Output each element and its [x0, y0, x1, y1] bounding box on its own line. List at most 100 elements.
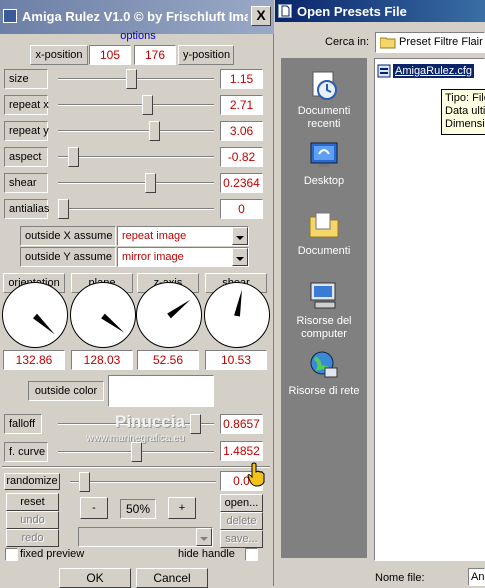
network-icon [310, 351, 338, 378]
slider-label: size [4, 69, 48, 89]
delete-preset-button[interactable]: delete [220, 512, 263, 530]
plugin-title-bar[interactable]: Amiga Rulez V1.0 © by Frischluft Image X [0, 0, 274, 34]
open-preset-button[interactable]: open... [220, 494, 263, 512]
file-name-label: Nome file: [375, 572, 425, 584]
ok-button[interactable]: OK [59, 568, 131, 588]
outside-color-swatch[interactable] [108, 375, 214, 407]
zoom-out-button[interactable]: - [80, 497, 108, 519]
tooltip-line: Tipo: File [445, 92, 485, 104]
slider-track[interactable] [58, 156, 214, 158]
slider-track[interactable] [58, 208, 214, 210]
undo-button[interactable]: undo [6, 511, 59, 529]
file-icon [377, 64, 391, 78]
chevron-down-icon[interactable] [232, 227, 248, 245]
outside-x-select[interactable]: repeat image [117, 226, 249, 246]
place-label: Risorse del computer [296, 315, 352, 340]
hide-handle-label: hide handle [178, 548, 235, 560]
look-in-select[interactable]: Preset Filtre Flair [375, 32, 485, 53]
file-dialog-title-bar[interactable]: Open Presets File [275, 0, 485, 22]
place-network[interactable]: Risorse di rete [281, 348, 367, 398]
fixed-preview-label: fixed preview [20, 548, 85, 560]
y-position-field[interactable]: 176 [134, 45, 176, 65]
slider-thumb[interactable] [142, 95, 153, 115]
outside-y-select-value: mirror image [122, 251, 184, 263]
randomize-slider-track[interactable] [70, 481, 216, 483]
slider-thumb[interactable] [149, 121, 160, 141]
fixed-preview-checkbox[interactable] [5, 548, 18, 561]
desktop-icon [310, 142, 338, 167]
slider-thumb[interactable] [126, 69, 137, 89]
slider-value-field[interactable]: 0 [220, 199, 263, 219]
place-my-computer[interactable]: Risorse del computer [281, 278, 367, 341]
tooltip-line: Data ulti [445, 105, 485, 117]
fcurve-slider-thumb[interactable] [131, 442, 142, 462]
slider-value-field[interactable]: 1.15 [220, 69, 263, 89]
dial-value-field[interactable]: 52.56 [137, 350, 199, 370]
place-label: Desktop [303, 175, 345, 187]
chevron-down-icon[interactable] [232, 248, 248, 266]
fcurve-value-field[interactable]: 1.4852 [220, 441, 263, 461]
dial-knob[interactable] [2, 282, 68, 348]
outside-y-select[interactable]: mirror image [117, 247, 249, 267]
slider-track[interactable] [58, 182, 214, 184]
preset-select[interactable] [78, 527, 213, 547]
dial-knob[interactable] [136, 282, 202, 348]
file-list[interactable]: AmigaRulez.cfg Tipo: File Data ulti Dime… [374, 58, 485, 561]
slider-track[interactable] [58, 104, 214, 106]
slider-track[interactable] [58, 130, 214, 132]
outside-x-label: outside X assume [20, 226, 116, 246]
dial-value-field[interactable]: 10.53 [205, 350, 267, 370]
close-button[interactable]: X [251, 6, 271, 26]
dial-knob[interactable] [70, 282, 136, 348]
outside-y-label: outside Y assume [20, 247, 116, 267]
open-presets-dialog: Open Presets File Cerca in: Preset Filtr… [275, 0, 485, 586]
x-position-field[interactable]: 105 [89, 45, 131, 65]
reset-button[interactable]: reset [6, 493, 59, 511]
slider-label: shear [4, 173, 48, 193]
tooltip-line: Dimensio [445, 118, 485, 130]
slider-value-field[interactable]: 0.2364 [220, 173, 263, 193]
slider-thumb[interactable] [145, 173, 156, 193]
save-preset-button[interactable]: save... [220, 530, 263, 548]
dial-needle [169, 300, 190, 316]
file-tooltip: Tipo: File Data ulti Dimensio [441, 89, 485, 135]
look-in-value: Preset Filtre Flair [399, 36, 483, 48]
slider-label: repeat y [4, 121, 49, 141]
file-name-field[interactable]: An [468, 568, 485, 586]
dial-needle [237, 289, 242, 316]
zoom-in-button[interactable]: + [168, 497, 196, 519]
look-in-label: Cerca in: [325, 36, 370, 48]
redo-button[interactable]: redo [6, 529, 59, 547]
dial-value-field[interactable]: 132.86 [3, 350, 65, 370]
dial-knob[interactable] [204, 282, 270, 348]
chevron-down-icon[interactable] [196, 528, 212, 546]
y-position-label: y-position [178, 45, 234, 65]
dial-needle [35, 316, 55, 334]
my-computer-icon [310, 282, 336, 309]
separator [2, 466, 270, 468]
outside-color-label: outside color [28, 381, 104, 401]
dial-value-field[interactable]: 128.03 [71, 350, 133, 370]
slider-thumb[interactable] [58, 199, 69, 219]
hide-handle-checkbox[interactable] [245, 548, 258, 561]
slider-thumb[interactable] [68, 147, 79, 167]
slider-value-field[interactable]: -0.82 [220, 147, 263, 167]
slider-label: repeat x [4, 95, 49, 115]
falloff-value-field[interactable]: 0.8657 [220, 414, 263, 434]
randomize-slider-thumb[interactable] [79, 472, 90, 492]
cancel-button[interactable]: Cancel [136, 568, 208, 588]
hand-cursor-icon [247, 462, 265, 487]
dialog-icon [278, 4, 292, 18]
place-desktop[interactable]: Desktop [281, 138, 367, 188]
slider-value-field[interactable]: 3.06 [220, 121, 263, 141]
randomize-button[interactable]: randomize [4, 473, 60, 490]
falloff-slider-thumb[interactable] [190, 414, 201, 434]
slider-value-field[interactable]: 2.71 [220, 95, 263, 115]
place-recent-documents[interactable]: Documenti recenti [281, 68, 367, 131]
slider-label: antialias [4, 199, 49, 219]
place-label: Documenti recenti [297, 105, 351, 130]
file-name: AmigaRulez.cfg [391, 63, 476, 79]
place-documents[interactable]: Documenti [281, 208, 367, 258]
watermark-name: Pinuccia [115, 412, 185, 431]
plugin-dialog: Amiga Rulez V1.0 © by Frischluft Image X… [0, 0, 274, 588]
